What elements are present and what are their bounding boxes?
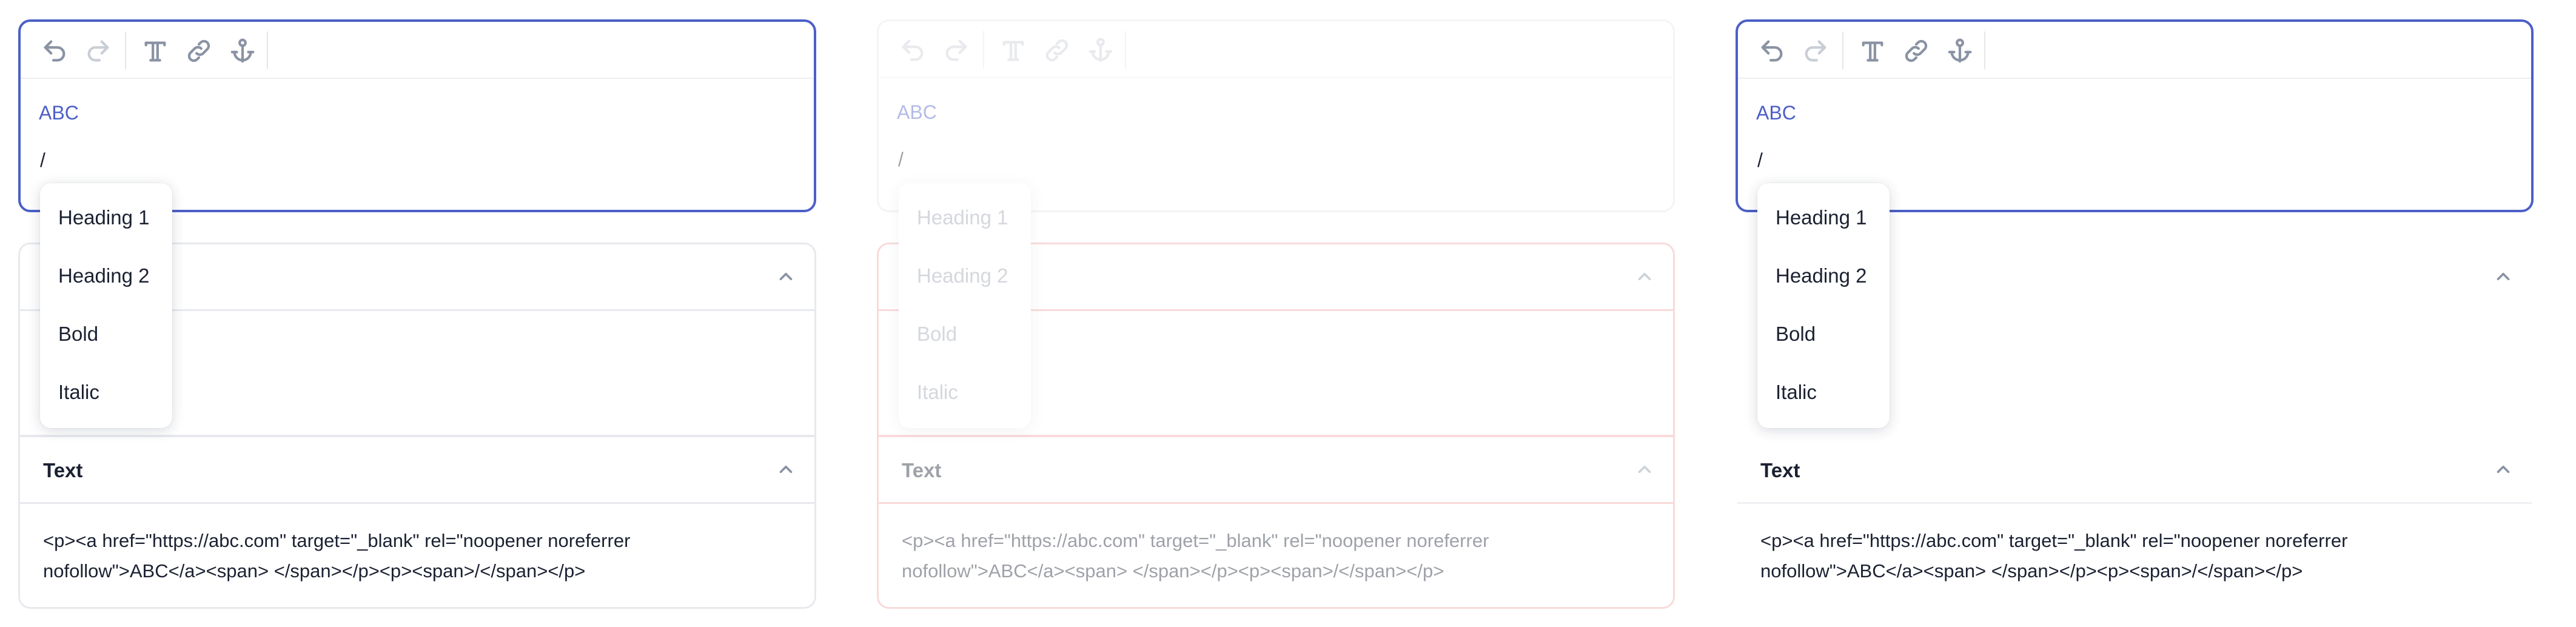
menu-item-heading-1[interactable]: Heading 1 [1776, 206, 1867, 229]
accordion-header-text: Text [879, 437, 1673, 504]
anchor-button [1085, 35, 1116, 66]
chevron-up-icon[interactable] [2493, 266, 2514, 287]
toolbar-divider [267, 32, 268, 69]
accordion-header-text[interactable]: Text [20, 437, 814, 504]
menu-item-heading-2[interactable]: Heading 2 [1776, 264, 1867, 287]
menu-item-heading-2[interactable]: Heading 2 [58, 264, 149, 287]
chevron-up-icon [1634, 266, 1655, 287]
editor-toolbar [21, 22, 814, 79]
toolbar-divider [1842, 32, 1843, 69]
editor-toolbar [1738, 22, 2531, 79]
editor-slash-text: / [40, 149, 45, 171]
editor-panel-2: ABC / Text <p><a href="https://abc.com" … [859, 0, 1693, 627]
editor-link-text[interactable]: ABC [39, 102, 79, 124]
link-button [1041, 35, 1073, 66]
redo-icon [87, 40, 109, 62]
slash-command-menu: Heading 1 Heading 2 Bold Italic [899, 183, 1031, 428]
link-button[interactable] [1900, 35, 1932, 67]
undo-icon [902, 39, 924, 61]
undo-button[interactable] [1756, 35, 1788, 67]
undo-icon [44, 40, 65, 62]
editor-link-text: ABC [897, 101, 937, 123]
text-style-icon [1002, 41, 1024, 61]
menu-item-heading-1: Heading 1 [917, 206, 1008, 229]
redo-button[interactable] [82, 35, 114, 67]
link-icon [1905, 39, 1928, 62]
menu-item-italic[interactable]: Italic [1776, 381, 1817, 404]
section-title-text: Text [1760, 459, 1800, 481]
html-output: <p><a href="https://abc.com" target="_bl… [1760, 530, 2353, 582]
undo-button[interactable] [39, 35, 70, 67]
toolbar-divider [1984, 32, 1985, 69]
chevron-up-icon[interactable] [2493, 459, 2514, 480]
redo-icon [1805, 40, 1826, 62]
menu-item-heading-2: Heading 2 [917, 264, 1008, 287]
redo-button[interactable] [1800, 35, 1831, 67]
text-style-button[interactable] [139, 35, 171, 67]
accordion-section-text: Text <p><a href="https://abc.com" target… [877, 435, 1675, 609]
editor-panel-1: ABC / Text <p><a href="https://abc.com" … [0, 0, 834, 627]
accordion-section-text: Text <p><a href="https://abc.com" target… [1736, 435, 2534, 609]
anchor-button[interactable] [227, 35, 258, 67]
menu-item-bold[interactable]: Bold [58, 323, 98, 346]
slash-command-menu: Heading 1 Heading 2 Bold Italic [40, 183, 172, 428]
link-icon [1045, 39, 1068, 62]
redo-button [941, 35, 972, 66]
menu-item-heading-1[interactable]: Heading 1 [58, 206, 149, 229]
editor-slash-text: / [898, 149, 904, 170]
editor-toolbar [879, 21, 1673, 78]
menu-item-italic: Italic [917, 381, 958, 403]
anchor-icon [1088, 38, 1113, 62]
html-output: <p><a href="https://abc.com" target="_bl… [43, 530, 636, 582]
menu-item-bold: Bold [917, 323, 958, 345]
text-style-icon [1862, 41, 1883, 62]
redo-icon [945, 39, 967, 61]
section-title-text: Text [902, 459, 942, 481]
link-icon [187, 39, 210, 62]
undo-icon [1761, 40, 1783, 62]
link-button[interactable] [183, 35, 215, 67]
text-style-button[interactable] [1857, 35, 1888, 67]
editor-link-text[interactable]: ABC [1756, 102, 1796, 124]
chevron-up-icon[interactable] [776, 459, 796, 480]
text-style-button [998, 35, 1029, 66]
accordion-header-text[interactable]: Text [1737, 437, 2532, 504]
anchor-icon [1948, 38, 1972, 63]
undo-button [897, 35, 928, 66]
chevron-up-icon [1634, 459, 1655, 480]
text-style-icon [144, 41, 166, 62]
anchor-button[interactable] [1944, 35, 1976, 67]
anchor-icon [230, 38, 255, 63]
toolbar-divider [1125, 31, 1126, 69]
accordion-section-text: Text <p><a href="https://abc.com" target… [18, 435, 816, 609]
toolbar-divider [983, 31, 984, 69]
chevron-up-icon[interactable] [776, 266, 796, 287]
editor-slash-text: / [1757, 149, 1763, 171]
editor-panel-3: ABC / Text <p><a href="https://abc.com" … [1717, 0, 2552, 627]
toolbar-divider [125, 32, 126, 69]
menu-item-italic[interactable]: Italic [58, 381, 99, 404]
menu-item-bold[interactable]: Bold [1776, 323, 1816, 346]
slash-command-menu: Heading 1 Heading 2 Bold Italic [1757, 183, 1890, 428]
html-output: <p><a href="https://abc.com" target="_bl… [902, 530, 1495, 582]
section-title-text: Text [43, 459, 83, 481]
